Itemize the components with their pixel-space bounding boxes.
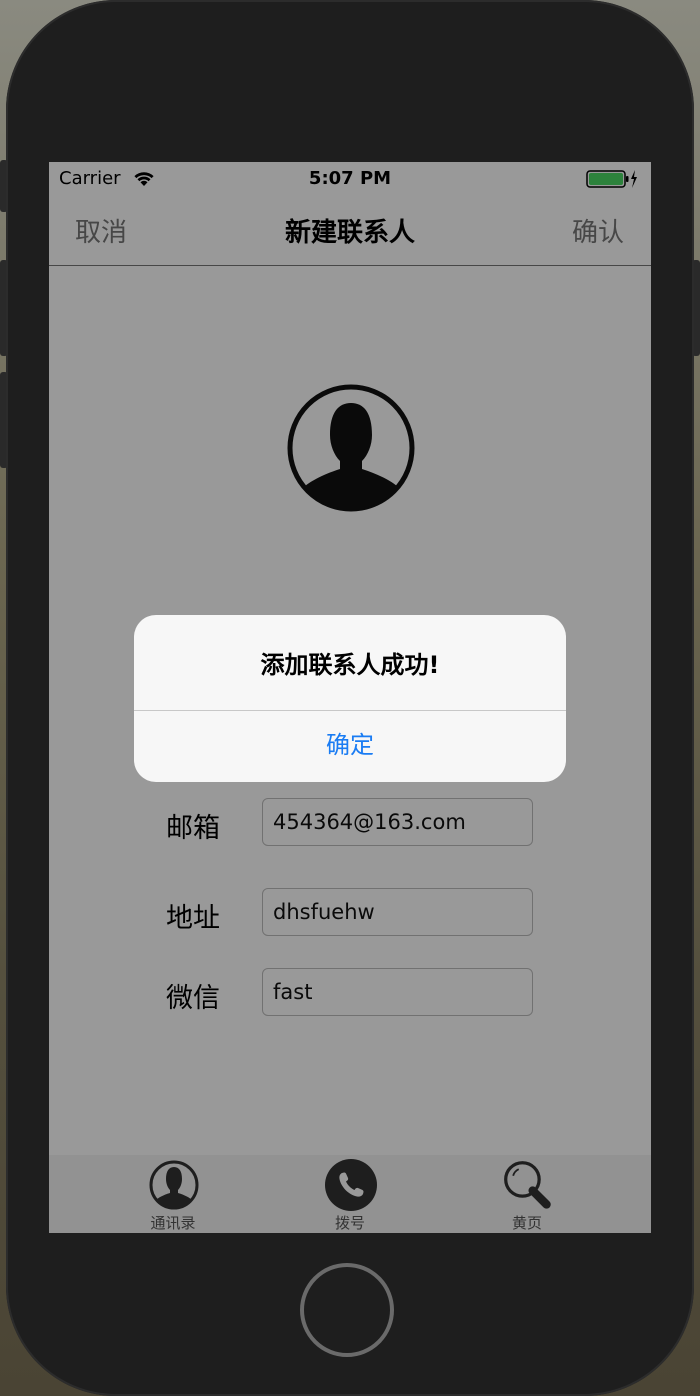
app-screen: Carrier 5:07 PM 取消 新建联系人 确认 邮箱 454364@16… bbox=[49, 162, 651, 1233]
alert-message: 添加联系人成功! bbox=[260, 651, 440, 679]
simulator-background: Carrier 5:07 PM 取消 新建联系人 确认 邮箱 454364@16… bbox=[0, 0, 700, 1396]
home-button[interactable] bbox=[300, 1263, 394, 1357]
success-alert: 添加联系人成功! 确定 bbox=[134, 615, 566, 782]
alert-ok-button[interactable]: 确定 bbox=[134, 711, 566, 782]
